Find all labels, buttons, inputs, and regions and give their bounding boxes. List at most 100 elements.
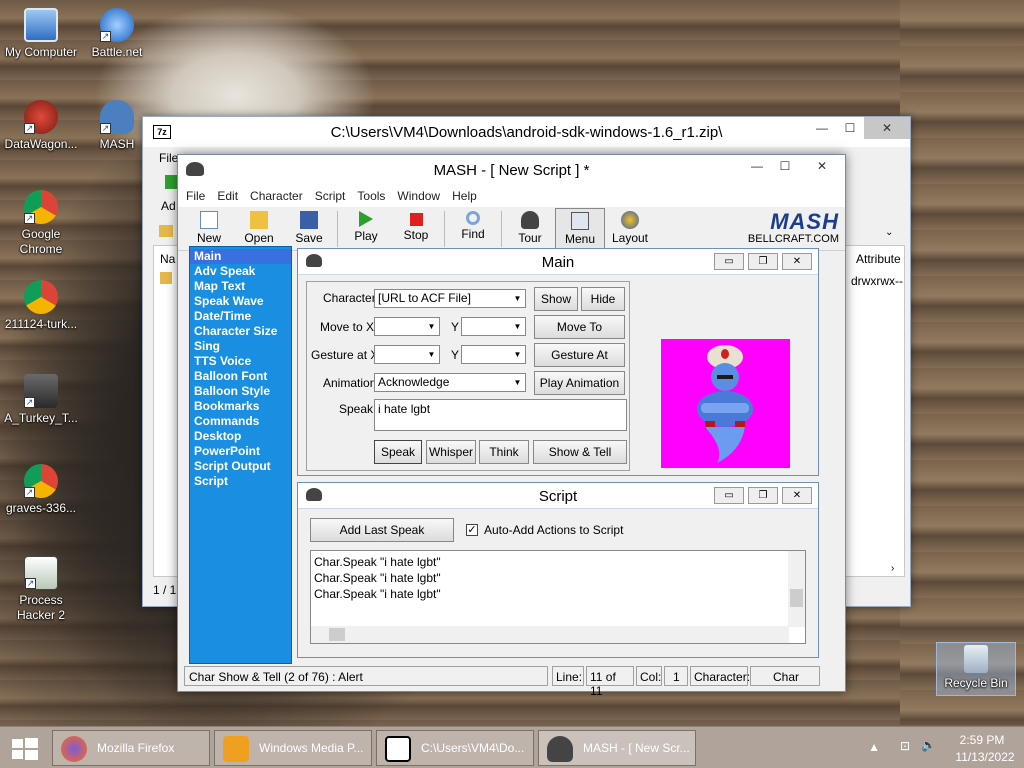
close-button[interactable]: ✕ <box>864 117 910 139</box>
show-button[interactable]: Show <box>534 287 578 311</box>
gesture-x-select[interactable]: ▼ <box>374 345 440 364</box>
desktop-icon-graves[interactable]: ↗ graves-336... <box>0 464 82 516</box>
main-panel[interactable]: Main ▭ ❐ ✕ Character [URL to ACF File] ▼ … <box>297 248 819 476</box>
menu-script[interactable]: Script <box>315 189 346 203</box>
scroll-thumb[interactable] <box>790 589 803 607</box>
stop-button[interactable]: Stop <box>391 208 441 250</box>
name-column-header[interactable]: Na <box>160 252 175 266</box>
panel-minimize-button[interactable]: ▭ <box>714 487 744 504</box>
add-last-speak-button[interactable]: Add Last Speak <box>310 518 454 542</box>
animation-select[interactable]: Acknowledge ▼ <box>374 373 526 392</box>
nav-item-commands[interactable]: Commands <box>190 414 291 429</box>
nav-item-desktop[interactable]: Desktop <box>190 429 291 444</box>
script-panel-title-bar[interactable]: Script ▭ ❐ ✕ <box>298 483 818 509</box>
nav-item-balloon-font[interactable]: Balloon Font <box>190 369 291 384</box>
find-button[interactable]: Find <box>448 208 498 250</box>
volume-icon[interactable]: 🔈 <box>921 738 936 752</box>
gesture-at-button[interactable]: Gesture At <box>534 343 625 367</box>
panel-close-button[interactable]: ✕ <box>782 487 812 504</box>
panel-minimize-button[interactable]: ▭ <box>714 253 744 270</box>
panel-restore-button[interactable]: ❐ <box>748 253 778 270</box>
speak-textarea[interactable]: i hate lgbt <box>374 399 627 431</box>
nav-item-map-text[interactable]: Map Text <box>190 279 291 294</box>
desktop-icon-a-turkey[interactable]: ↗ A_Turkey_T... <box>0 374 82 426</box>
play-animation-button[interactable]: Play Animation <box>534 371 625 395</box>
desktop-icon-datawagon[interactable]: ↗ DataWagon... <box>0 100 82 152</box>
nav-item-bookmarks[interactable]: Bookmarks <box>190 399 291 414</box>
attribute-column-header[interactable]: Attribute <box>856 252 901 266</box>
horizontal-scrollbar[interactable] <box>311 626 789 643</box>
moveto-y-select[interactable]: ▼ <box>461 317 526 336</box>
character-select[interactable]: [URL to ACF File] ▼ <box>374 289 526 308</box>
save-button[interactable]: Save <box>284 208 334 250</box>
task-windows-media-player[interactable]: Windows Media P... <box>214 730 372 766</box>
vertical-scrollbar[interactable] <box>788 551 805 627</box>
maximize-button[interactable]: ☐ <box>771 155 799 177</box>
desktop-icon-recycle-bin[interactable]: Recycle Bin <box>936 642 1016 696</box>
desktop-icon-process-hacker[interactable]: ↗ Process Hacker 2 <box>0 556 82 623</box>
folder-up-icon[interactable] <box>159 225 173 237</box>
nav-item-adv-speak[interactable]: Adv Speak <box>190 264 291 279</box>
zip-title-bar[interactable]: 7z C:\Users\VM4\Downloads\android-sdk-wi… <box>143 117 910 147</box>
moveto-x-select[interactable]: ▼ <box>374 317 440 336</box>
panel-close-button[interactable]: ✕ <box>782 253 812 270</box>
tour-button[interactable]: Tour <box>505 208 555 250</box>
menu-button[interactable]: Menu <box>555 208 605 250</box>
desktop-icon-211124-turk[interactable]: 211124-turk... <box>0 280 82 332</box>
nav-item-sing[interactable]: Sing <box>190 339 291 354</box>
close-button[interactable]: ✕ <box>799 155 845 177</box>
nav-item-powerpoint[interactable]: PowerPoint <box>190 444 291 459</box>
task-firefox[interactable]: Mozilla Firefox <box>52 730 210 766</box>
network-icon[interactable]: ⊡ <box>900 739 910 753</box>
maximize-button[interactable]: ☐ <box>836 117 864 139</box>
nav-item-tts-voice[interactable]: TTS Voice <box>190 354 291 369</box>
desktop-icon-google-chrome[interactable]: ↗ Google Chrome <box>0 190 82 257</box>
layout-button[interactable]: Layout <box>605 208 655 250</box>
start-button[interactable] <box>0 727 50 768</box>
chevron-up-icon[interactable]: ▲ <box>868 740 880 754</box>
show-tell-button[interactable]: Show & Tell <box>533 440 627 464</box>
panel-restore-button[interactable]: ❐ <box>748 487 778 504</box>
desktop-icon-my-computer[interactable]: My Computer <box>0 8 82 60</box>
menu-edit[interactable]: Edit <box>217 189 238 203</box>
open-button[interactable]: Open <box>234 208 284 250</box>
scroll-right-arrow[interactable]: › <box>891 563 894 574</box>
auto-add-checkbox[interactable]: ✓ <box>466 524 478 536</box>
minimize-button[interactable]: — <box>808 117 836 139</box>
menu-file[interactable]: File <box>186 189 205 203</box>
speak-button[interactable]: Speak <box>374 440 422 464</box>
scroll-thumb[interactable] <box>329 628 345 641</box>
mash-window[interactable]: MASH - [ New Script ] * — ☐ ✕ File Edit … <box>177 154 846 698</box>
nav-item-script[interactable]: Script <box>190 474 291 489</box>
hide-button[interactable]: Hide <box>581 287 625 311</box>
move-to-button[interactable]: Move To <box>534 315 625 339</box>
think-button[interactable]: Think <box>479 440 529 464</box>
nav-item-speak-wave[interactable]: Speak Wave <box>190 294 291 309</box>
play-button[interactable]: Play <box>341 208 391 250</box>
zip-menu-file[interactable]: File <box>159 151 178 165</box>
nav-item-balloon-style[interactable]: Balloon Style <box>190 384 291 399</box>
new-button[interactable]: New <box>184 208 234 250</box>
script-panel[interactable]: Script ▭ ❐ ✕ Add Last Speak ✓ Auto-Add A… <box>297 482 819 658</box>
task-mash[interactable]: MASH - [ New Scr... <box>538 730 696 766</box>
main-panel-title-bar[interactable]: Main ▭ ❐ ✕ <box>298 249 818 275</box>
clock-time[interactable]: 2:59 PM <box>950 733 1014 747</box>
menu-window[interactable]: Window <box>397 189 440 203</box>
menu-help[interactable]: Help <box>452 189 477 203</box>
nav-item-date-time[interactable]: Date/Time <box>190 309 291 324</box>
gesture-y-select[interactable]: ▼ <box>461 345 526 364</box>
mash-nav-list[interactable]: Main Adv Speak Map Text Speak Wave Date/… <box>189 246 292 664</box>
minimize-button[interactable]: — <box>743 155 771 177</box>
menu-character[interactable]: Character <box>250 189 303 203</box>
whisper-button[interactable]: Whisper <box>426 440 476 464</box>
nav-item-main[interactable]: Main <box>190 249 291 264</box>
nav-item-script-output[interactable]: Script Output <box>190 459 291 474</box>
clock-date[interactable]: 11/13/2022 <box>950 750 1020 764</box>
script-editor[interactable]: Char.Speak "i hate lgbt" Char.Speak "i h… <box>310 550 806 644</box>
nav-item-character-size[interactable]: Character Size <box>190 324 291 339</box>
menu-tools[interactable]: Tools <box>357 189 385 203</box>
mash-title-bar[interactable]: MASH - [ New Script ] * — ☐ ✕ <box>178 155 845 185</box>
desktop-icon-battlenet[interactable]: ↗ Battle.net <box>76 8 158 60</box>
chevron-down-icon[interactable]: ⌄ <box>885 227 893 238</box>
task-7zip[interactable]: C:\Users\VM4\Do... <box>376 730 534 766</box>
